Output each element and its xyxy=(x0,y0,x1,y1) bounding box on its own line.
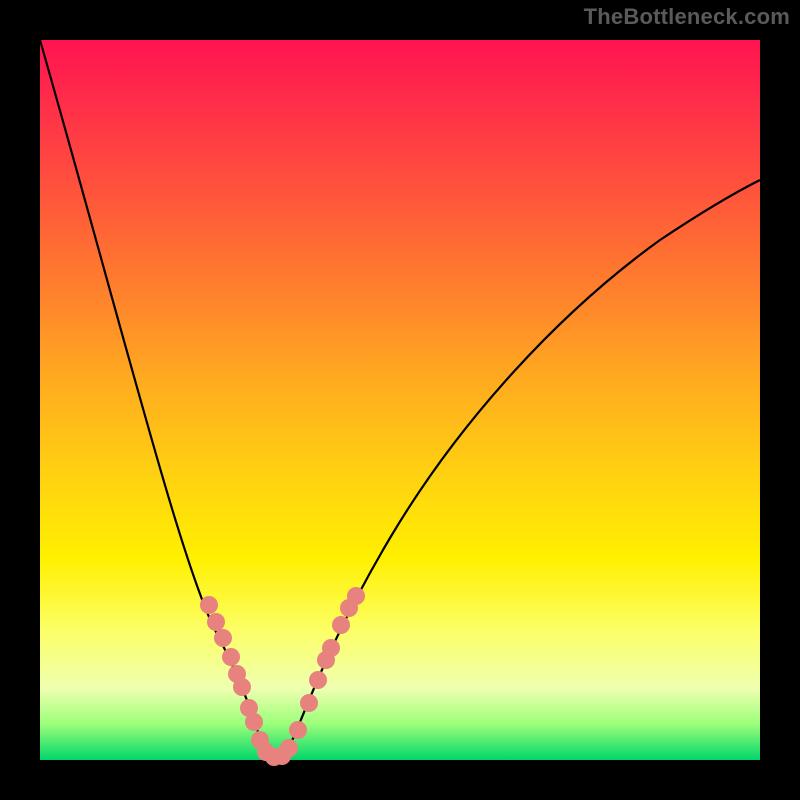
data-marker xyxy=(300,694,318,712)
data-marker xyxy=(322,639,340,657)
data-marker xyxy=(200,596,218,614)
data-marker xyxy=(280,739,298,757)
data-marker xyxy=(207,613,225,631)
data-marker xyxy=(233,678,251,696)
data-marker xyxy=(347,587,365,605)
marker-group xyxy=(200,587,365,766)
bottleneck-curve xyxy=(40,40,760,758)
watermark: TheBottleneck.com xyxy=(584,4,790,30)
data-marker xyxy=(289,721,307,739)
data-marker xyxy=(245,713,263,731)
chart-svg xyxy=(40,40,760,760)
data-marker xyxy=(222,648,240,666)
chart-container: TheBottleneck.com xyxy=(0,0,800,800)
data-marker xyxy=(309,671,327,689)
data-marker xyxy=(214,629,232,647)
data-marker xyxy=(332,616,350,634)
plot-area xyxy=(40,40,760,760)
